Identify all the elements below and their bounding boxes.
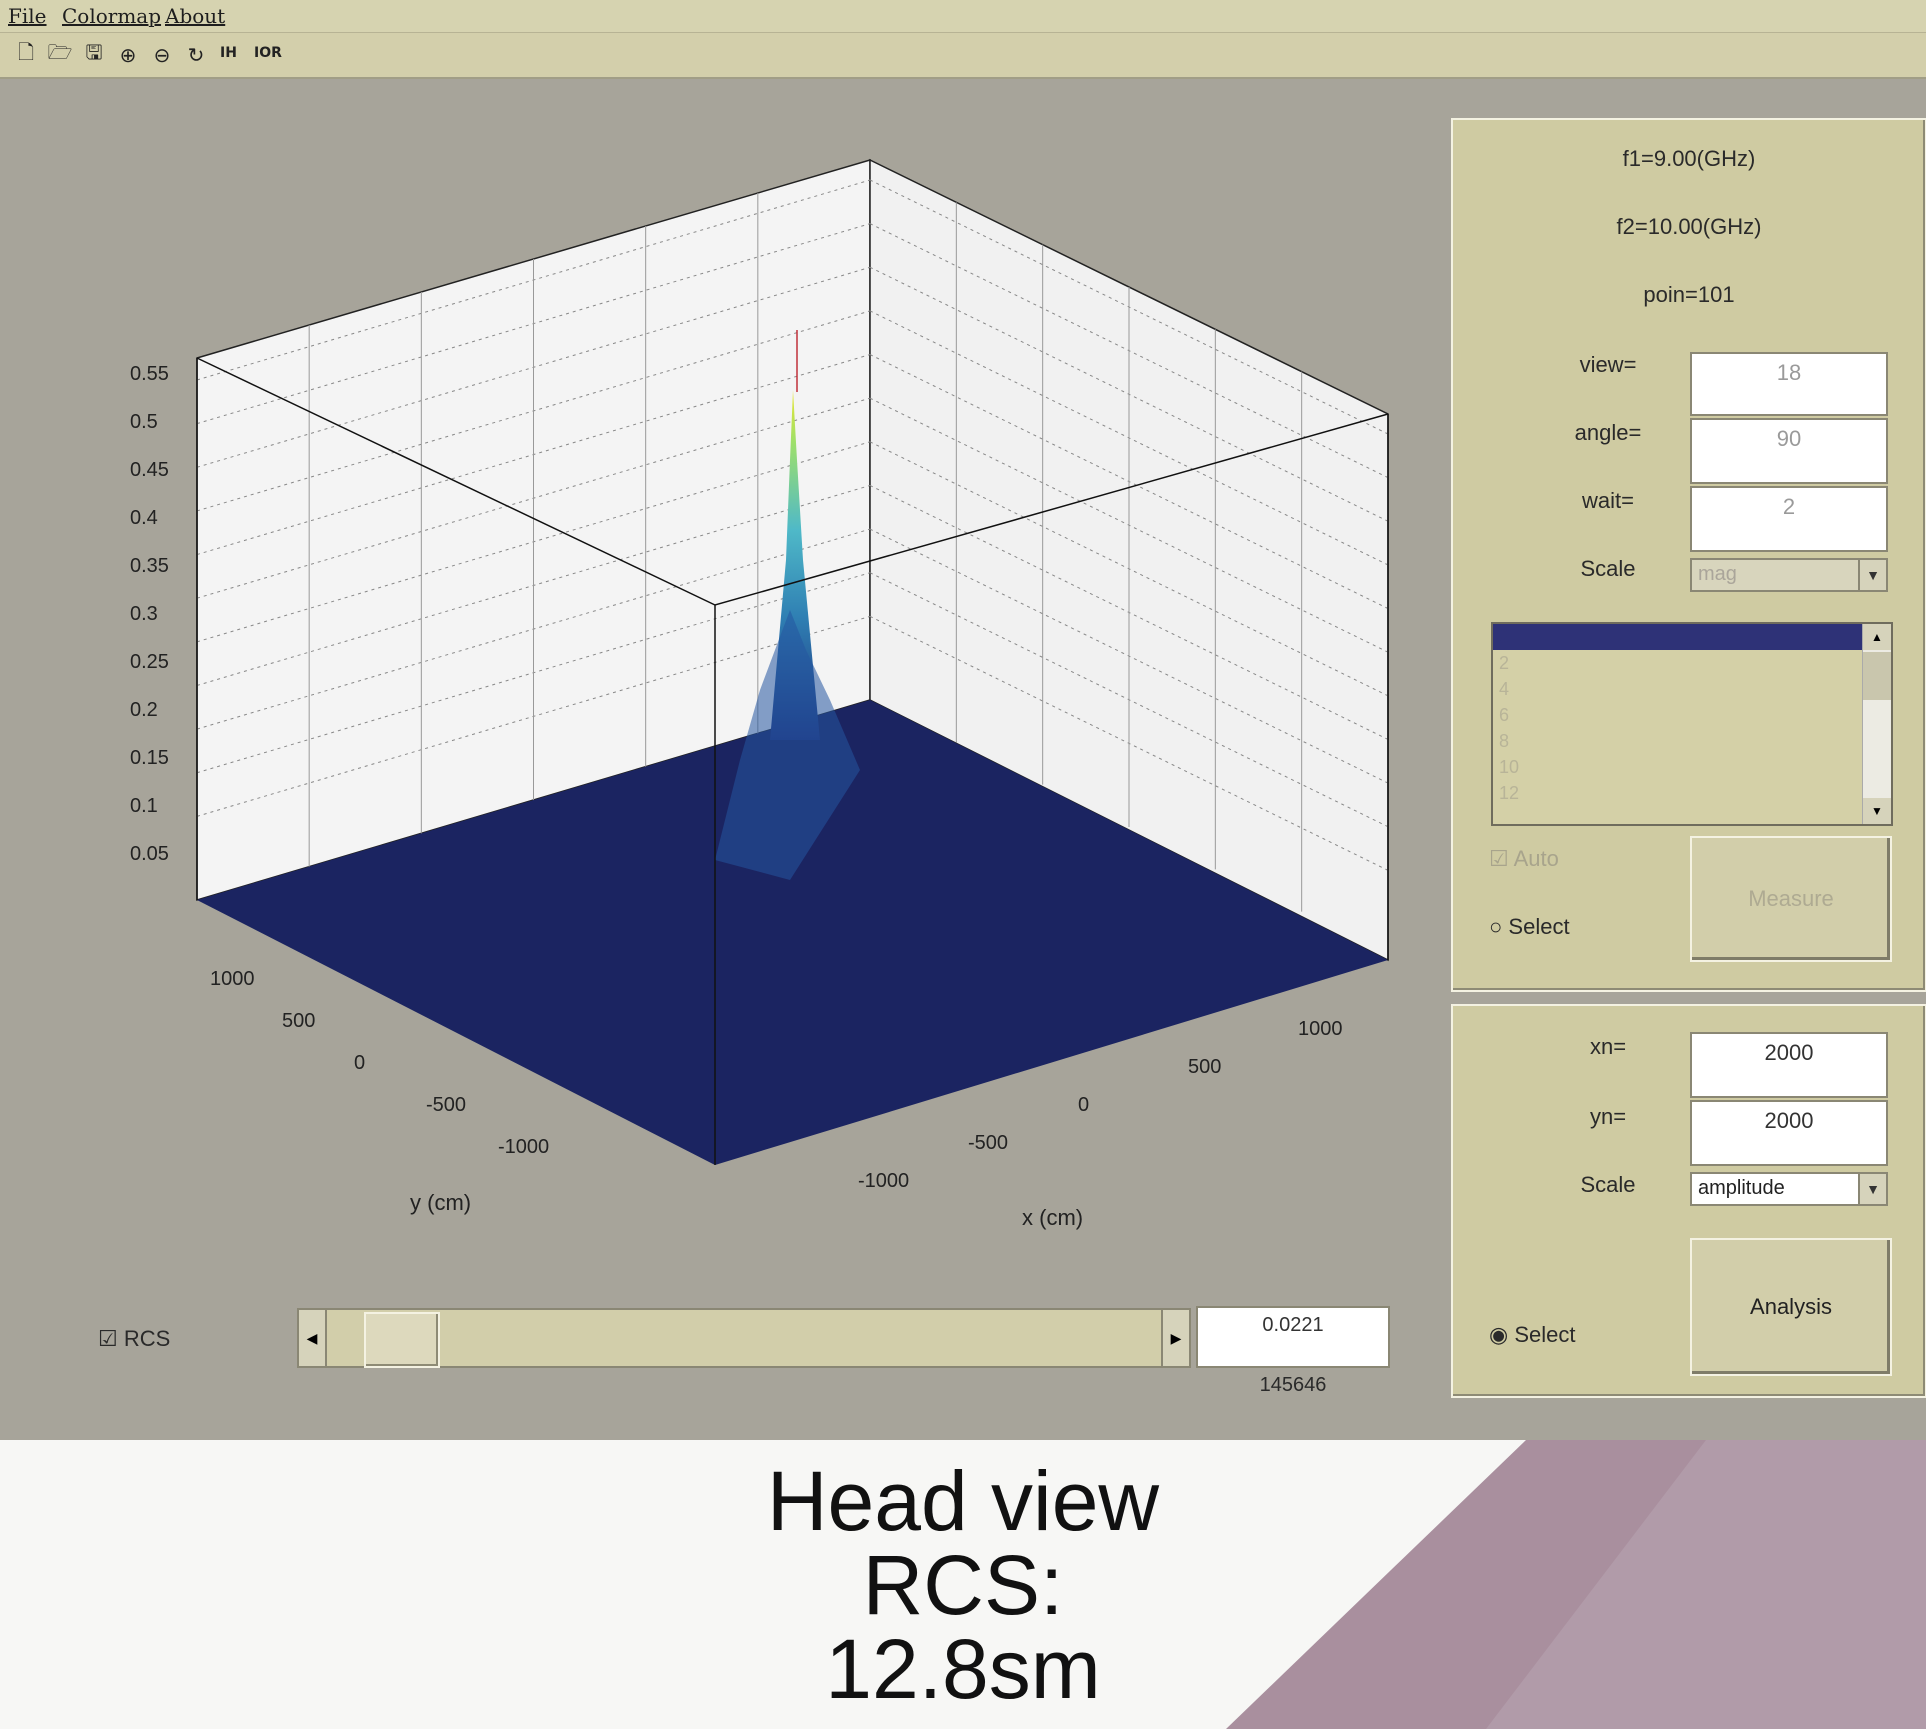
select-radio-bottom[interactable]: ◉ Select	[1489, 1322, 1575, 1348]
list-item[interactable]: 6	[1493, 702, 1891, 728]
z-tick-label: 0.4	[130, 507, 158, 529]
list-item[interactable]: 4	[1493, 676, 1891, 702]
surface-plot[interactable]: 0.550.50.450.40.350.30.250.20.150.10.05 …	[0, 80, 1440, 1340]
settings-panel: f1=9.00(GHz) f2=10.00(GHz) poin=101 view…	[1451, 118, 1926, 992]
f2-readout: f2=10.00(GHz)	[1616, 214, 1762, 239]
measure-button[interactable]: Measure	[1690, 836, 1892, 962]
list-item[interactable]: 8	[1493, 728, 1891, 754]
wait-field[interactable]: 2	[1690, 486, 1888, 552]
chevron-down-icon: ▼	[1858, 1174, 1886, 1204]
y-tick-label: 0	[354, 1052, 365, 1074]
toolbar-button-ih[interactable]: IH	[220, 45, 237, 61]
xn-field[interactable]: 2000	[1690, 1032, 1888, 1098]
xn-label: xn=	[1589, 1034, 1627, 1059]
counter-readout: 145646	[1259, 1374, 1327, 1396]
x-tick-label: 0	[1078, 1094, 1089, 1116]
y-tick-label: 500	[282, 1010, 315, 1032]
analysis-panel: xn= 2000 yn= 2000 Scale amplitude ▼ ◉ Se…	[1451, 1004, 1926, 1398]
scroll-thumb[interactable]	[1863, 652, 1891, 700]
select-radio-top[interactable]: ○ Select	[1489, 914, 1570, 940]
menu-file[interactable]: File	[8, 4, 47, 28]
z-tick-label: 0.2	[130, 699, 158, 721]
angle-field[interactable]: 90	[1690, 418, 1888, 484]
scale-label-bottom: Scale	[1580, 1172, 1636, 1197]
open-folder-icon[interactable]: 🗁	[46, 41, 74, 69]
y-tick-label: -500	[426, 1094, 466, 1116]
z-tick-label: 0.55	[130, 363, 169, 385]
z-tick-label: 0.15	[130, 747, 169, 769]
caption-rcs-label: RCS:	[862, 1538, 1064, 1632]
yn-label: yn=	[1589, 1104, 1627, 1129]
caption-title: Head view	[766, 1454, 1160, 1548]
y-axis-label: y (cm)	[410, 1190, 471, 1215]
zoom-out-icon[interactable]: ⊖	[148, 41, 176, 69]
scale-dropdown-bottom[interactable]: amplitude ▼	[1690, 1172, 1888, 1206]
y-tick-label: -1000	[498, 1136, 549, 1158]
angle-label: angle=	[1574, 420, 1642, 445]
view-listbox[interactable]: 0 2 4 6 8 10 12 ▲ ▼	[1491, 622, 1893, 826]
auto-label: Auto	[1513, 846, 1559, 871]
slider-thumb[interactable]	[363, 1312, 440, 1368]
rcs-label: RCS	[123, 1326, 171, 1351]
scale-label-top: Scale	[1580, 556, 1636, 581]
scale-dropdown-top[interactable]: mag ▼	[1690, 558, 1888, 592]
analysis-button[interactable]: Analysis	[1690, 1238, 1892, 1376]
zoom-in-icon[interactable]: ⊕	[114, 41, 142, 69]
z-tick-label: 0.1	[130, 795, 158, 817]
view-field[interactable]: 18	[1690, 352, 1888, 416]
menu-about[interactable]: About	[165, 4, 225, 28]
poin-readout: poin=101	[1643, 282, 1735, 307]
caption-rcs-value: 12.8sm	[825, 1622, 1101, 1716]
x-tick-label: -1000	[858, 1170, 909, 1192]
x-axis-label: x (cm)	[1022, 1205, 1083, 1230]
toolbar: 🗋 🗁 🖫 ⊕ ⊖ ↻ IH IOR	[0, 33, 1926, 79]
scroll-down-icon[interactable]: ▼	[1863, 798, 1891, 824]
scroll-up-icon[interactable]: ▲	[1863, 624, 1891, 650]
scale-dropdown-top-value: mag	[1698, 563, 1737, 585]
rcs-checkbox[interactable]: ☑ RCS	[98, 1326, 170, 1352]
x-tick-label: 1000	[1298, 1018, 1343, 1040]
slider-right-arrow-icon[interactable]: ▶	[1161, 1310, 1189, 1366]
f1-readout: f1=9.00(GHz)	[1622, 146, 1756, 171]
select-label-top: Select	[1508, 914, 1570, 939]
rcs-value-field[interactable]: 0.0221	[1196, 1306, 1390, 1368]
z-tick-label: 0.45	[130, 459, 169, 481]
x-tick-label: -500	[968, 1132, 1008, 1154]
caption-area: Head view RCS: 12.8sm	[0, 1440, 1926, 1729]
application-window: File Colormap About 🗋 🗁 🖫 ⊕ ⊖ ↻ IH IOR 0…	[0, 0, 1926, 1440]
y-tick-label: 1000	[210, 968, 255, 990]
wait-label: wait=	[1582, 488, 1634, 513]
listbox-scrollbar[interactable]: ▲ ▼	[1862, 624, 1891, 824]
view-label: view=	[1579, 352, 1637, 377]
chevron-down-icon: ▼	[1858, 560, 1886, 590]
z-tick-label: 0.5	[130, 411, 158, 433]
rotate-icon[interactable]: ↻	[182, 41, 210, 69]
z-tick-label: 0.3	[130, 603, 158, 625]
list-item[interactable]: 2	[1493, 650, 1891, 676]
toolbar-button-ior[interactable]: IOR	[254, 45, 282, 61]
menu-bar: File Colormap About	[0, 0, 1926, 33]
z-tick-label: 0.35	[130, 555, 169, 577]
list-item[interactable]: 10	[1493, 754, 1891, 780]
z-axis-ticks: 0.55 0.5 0.45 0.4 0.35 0.3 0.25 0.2 0.15 0.1 0.05	[130, 363, 169, 865]
select-label-bottom: Select	[1514, 1322, 1576, 1347]
rcs-slider[interactable]: ◀ ▶	[297, 1308, 1191, 1368]
list-item[interactable]: 0	[1493, 624, 1891, 650]
new-file-icon[interactable]: 🗋	[12, 41, 40, 69]
z-tick-label: 0.25	[130, 651, 169, 673]
auto-checkbox[interactable]: ☑ Auto	[1489, 846, 1559, 872]
save-icon[interactable]: 🖫	[80, 41, 108, 69]
list-item[interactable]: 12	[1493, 780, 1891, 806]
slider-left-arrow-icon[interactable]: ◀	[299, 1310, 327, 1366]
z-tick-label: 0.05	[130, 843, 169, 865]
x-tick-label: 500	[1188, 1056, 1221, 1078]
yn-field[interactable]: 2000	[1690, 1100, 1888, 1166]
scale-dropdown-bottom-value: amplitude	[1698, 1177, 1785, 1199]
menu-colormap[interactable]: Colormap	[62, 4, 161, 28]
